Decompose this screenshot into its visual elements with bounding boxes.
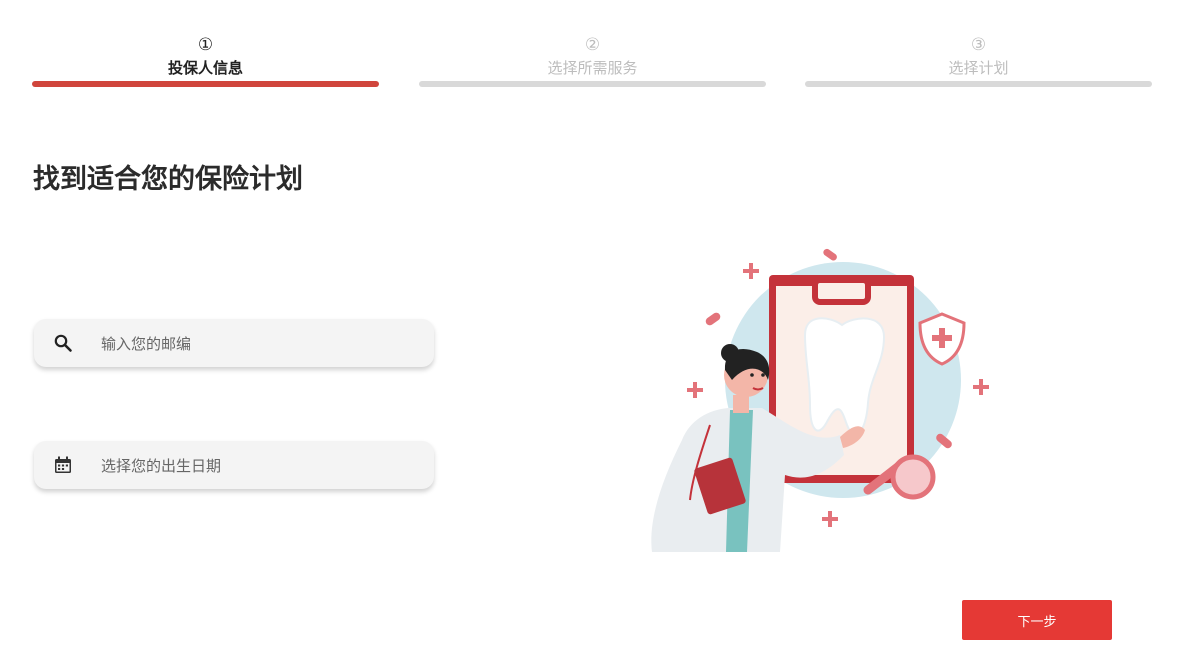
step-label: 选择所需服务 bbox=[547, 59, 638, 77]
birth-date-placeholder: 选择您的出生日期 bbox=[101, 456, 222, 475]
step-2: ② 选择所需服务 bbox=[419, 34, 766, 87]
step-label: 选择计划 bbox=[948, 59, 1009, 77]
step-progress-bar bbox=[419, 81, 766, 87]
zip-code-placeholder: 输入您的邮编 bbox=[101, 334, 192, 353]
step-number: ② bbox=[584, 35, 601, 55]
search-icon bbox=[52, 332, 74, 354]
birth-date-input[interactable]: 选择您的出生日期 bbox=[34, 441, 434, 489]
step-progress-bar bbox=[32, 81, 379, 87]
zip-code-input[interactable]: 输入您的邮编 bbox=[34, 319, 434, 367]
calendar-icon bbox=[52, 454, 74, 476]
step-1: ① 投保人信息 bbox=[32, 34, 379, 87]
step-number: ③ bbox=[970, 35, 987, 55]
next-step-button[interactable]: 下一步 bbox=[962, 600, 1112, 640]
step-3: ③ 选择计划 bbox=[805, 34, 1152, 87]
step-number: ① bbox=[197, 35, 214, 55]
step-label: 投保人信息 bbox=[167, 59, 243, 77]
dental-doctor-illustration bbox=[651, 248, 989, 552]
step-progress-bar bbox=[805, 81, 1152, 87]
page-title: 找到适合您的保险计划 bbox=[33, 164, 303, 195]
progress-stepper: ① 投保人信息 ② 选择所需服务 ③ 选择计划 bbox=[32, 34, 1152, 90]
